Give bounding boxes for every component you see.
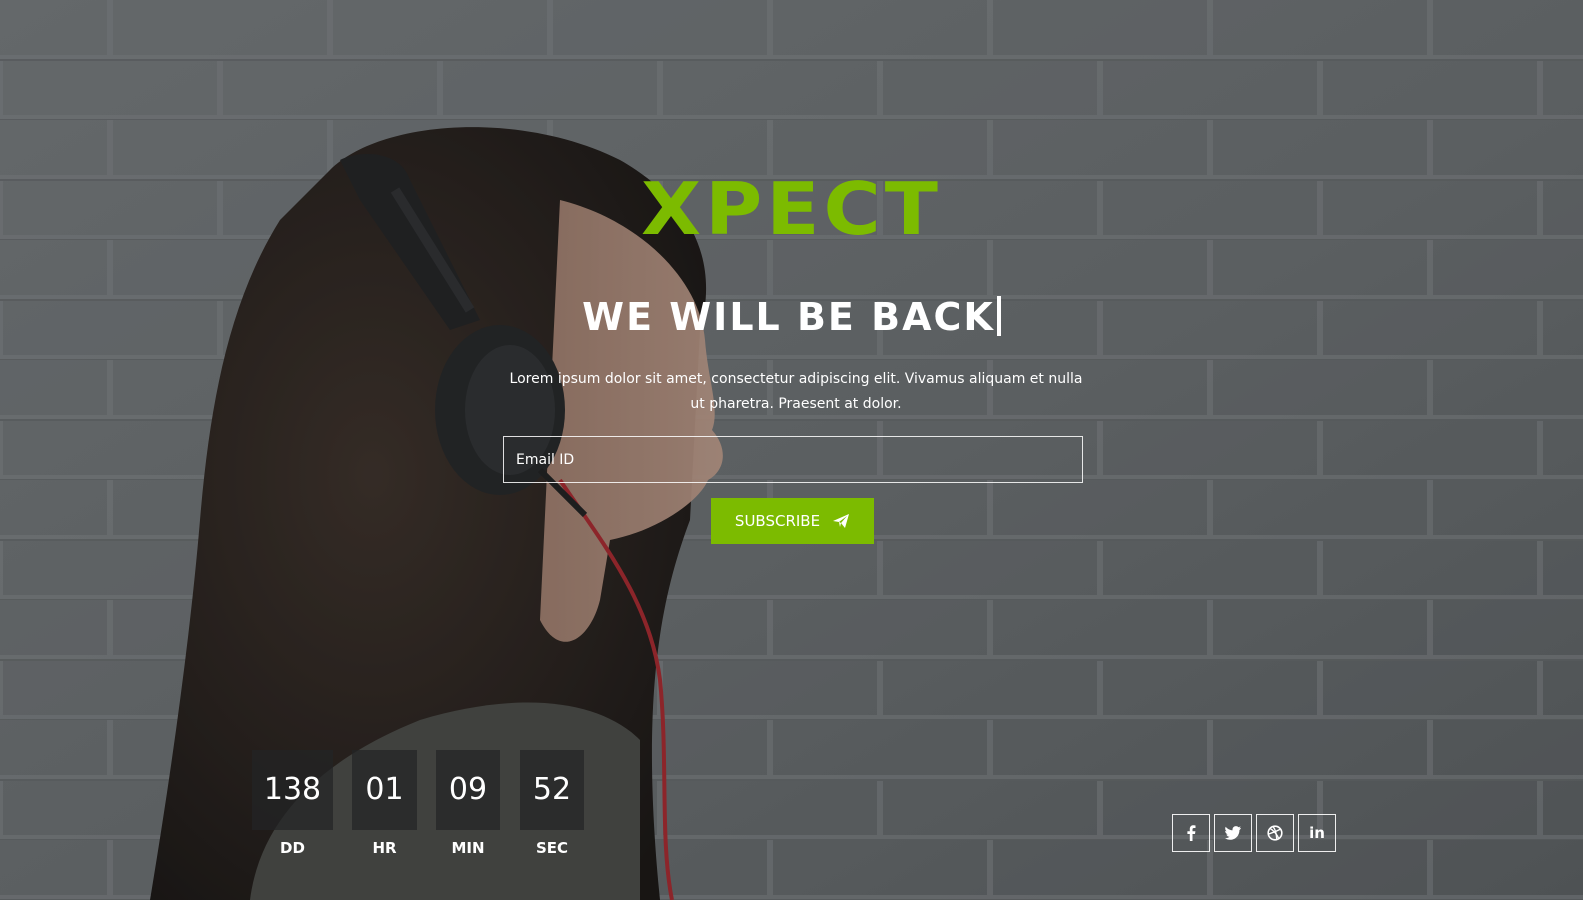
countdown-days-value: 138 [252, 750, 333, 830]
twitter-link[interactable] [1214, 814, 1252, 852]
headline-text: WE WILL BE BACK [582, 295, 995, 339]
countdown-seconds-label: SEC [535, 839, 569, 857]
countdown-days: 138 DD [252, 750, 333, 858]
facebook-icon [1186, 825, 1196, 841]
countdown-hours: 01 HR [352, 750, 417, 858]
countdown-minutes-label: MIN [451, 839, 485, 857]
page-headline: WE WILL BE BACK [0, 292, 1583, 342]
social-links: in [1172, 814, 1336, 852]
subscribe-label: SUBSCRIBE [734, 512, 821, 530]
countdown-seconds-value: 52 [520, 750, 584, 830]
countdown-minutes: 09 MIN [436, 750, 500, 858]
dribbble-icon [1267, 825, 1283, 841]
hero-section: XPECT WE WILL BE BACK Lorem ipsum dolor … [0, 0, 1583, 900]
dribbble-link[interactable] [1256, 814, 1294, 852]
facebook-link[interactable] [1172, 814, 1210, 852]
twitter-icon [1225, 826, 1241, 840]
brand-logo: XPECT [640, 168, 943, 252]
paper-plane-icon [832, 513, 850, 529]
countdown-seconds: 52 SEC [520, 750, 584, 858]
linkedin-link[interactable]: in [1298, 814, 1336, 852]
countdown-hours-value: 01 [352, 750, 417, 830]
linkedin-icon: in [1309, 824, 1325, 842]
countdown-hours-label: HR [372, 839, 397, 857]
email-input[interactable] [503, 436, 1083, 483]
hero-description: Lorem ipsum dolor sit amet, consectetur … [509, 371, 1083, 412]
countdown-days-label: DD [280, 839, 305, 857]
subscribe-button[interactable]: SUBSCRIBE [711, 498, 874, 544]
countdown-minutes-value: 09 [436, 750, 500, 830]
typing-cursor [996, 296, 1001, 336]
